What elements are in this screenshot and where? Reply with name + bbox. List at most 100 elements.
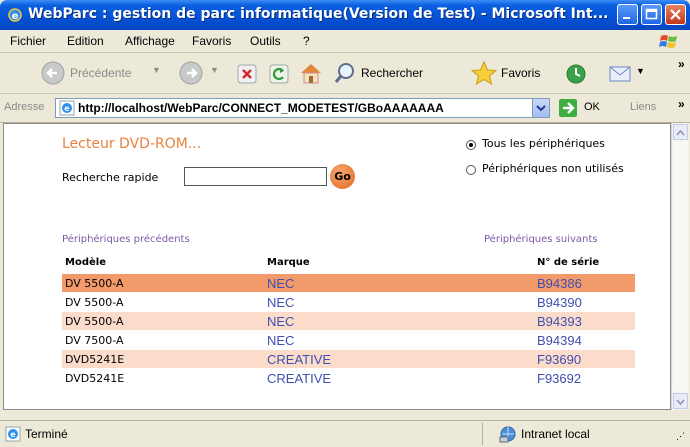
cell-brand[interactable]: NEC [267, 333, 294, 348]
chevron-up-icon [676, 129, 685, 136]
resize-grip-icon[interactable]: ⋰ [676, 431, 685, 442]
table-row[interactable]: DVD5241E CREATIVE F93690 [62, 350, 635, 368]
history-icon[interactable] [564, 62, 588, 86]
toolbar: Précédente ▼ ▼ Rechercher Favoris ▼ » [0, 53, 690, 94]
cell-brand[interactable]: CREATIVE [267, 371, 331, 386]
table-row[interactable]: DV 5500-A NEC B94386 [62, 274, 635, 292]
cell-brand[interactable]: NEC [267, 314, 294, 329]
browser-window: e WebParc : gestion de parc informatique… [0, 0, 690, 447]
close-icon [670, 9, 681, 20]
links-overflow-icon[interactable]: » [678, 97, 685, 111]
menu-fichier[interactable]: Fichier [10, 34, 46, 48]
address-input[interactable]: e http://localhost/WebParc/CONNECT_MODET… [55, 98, 550, 118]
cell-model: DV 5500-A [65, 296, 124, 309]
mail-icon [609, 66, 631, 82]
minimize-button[interactable] [617, 4, 638, 25]
chevron-down-icon[interactable]: ▼ [636, 66, 645, 76]
intranet-zone-icon [499, 426, 516, 443]
page-ie-icon: e [59, 100, 75, 116]
forward-arrow-icon [179, 61, 203, 85]
table-row[interactable]: DV 5500-A NEC B94393 [62, 312, 635, 330]
cell-model: DV 5500-A [65, 315, 124, 328]
ie-logo-icon: e [8, 8, 22, 22]
go-button[interactable]: Go [330, 164, 355, 189]
cell-brand[interactable]: NEC [267, 276, 294, 291]
refresh-icon[interactable] [268, 63, 290, 85]
cell-serial[interactable]: B94394 [537, 333, 582, 348]
links-label[interactable]: Liens [630, 101, 656, 113]
maximize-icon [645, 8, 658, 20]
magnifier-icon [334, 63, 354, 83]
scroll-up-button[interactable] [673, 124, 688, 140]
search-button[interactable]: Rechercher [333, 61, 463, 87]
go-address-button[interactable]: OK [558, 98, 610, 118]
cell-model: DV 7500-A [65, 334, 124, 347]
stop-icon[interactable] [236, 63, 258, 85]
table-row[interactable]: DV 7500-A NEC B94394 [62, 331, 635, 349]
radio-unused-label: Périphériques non utilisés [482, 162, 624, 175]
address-bar: Adresse e http://localhost/WebParc/CONNE… [0, 94, 690, 123]
home-icon[interactable] [298, 61, 324, 85]
maximize-button[interactable] [641, 4, 662, 25]
scrollbar-track[interactable] [673, 141, 688, 391]
quick-search-input[interactable] [184, 167, 327, 186]
window-title: WebParc : gestion de parc informatique(V… [28, 6, 609, 22]
cell-brand[interactable]: CREATIVE [267, 352, 331, 367]
chevron-down-icon [536, 105, 546, 112]
radio-unused-devices[interactable] [466, 165, 476, 175]
go-arrow-icon [559, 99, 577, 117]
address-dropdown-button[interactable] [532, 99, 549, 117]
page-title: Lecteur DVD-ROM... [62, 136, 202, 152]
next-devices-link[interactable]: Périphériques suivants [484, 234, 598, 245]
cell-serial[interactable]: B94393 [537, 314, 582, 329]
cell-serial[interactable]: F93692 [537, 371, 581, 386]
address-url: http://localhost/WebParc/CONNECT_MODETES… [78, 101, 444, 115]
page-done-icon: e [5, 426, 21, 442]
menu-help[interactable]: ? [303, 34, 310, 48]
column-header-brand: Marque [267, 257, 310, 268]
chevron-down-icon[interactable]: ▼ [152, 65, 161, 75]
table-row[interactable]: DV 5500-A NEC B94390 [62, 293, 635, 311]
status-divider [482, 423, 483, 445]
table-row[interactable]: DVD5241E CREATIVE F93692 [62, 369, 635, 387]
menu-favoris[interactable]: Favoris [192, 34, 231, 48]
go-label: OK [584, 101, 600, 113]
status-text: Terminé [25, 427, 68, 441]
cell-serial[interactable]: F93690 [537, 352, 581, 367]
svg-text:e: e [12, 11, 19, 22]
star-icon [470, 60, 498, 86]
forward-button[interactable]: ▼ [178, 60, 223, 86]
toolbar-overflow-icon[interactable]: » [678, 57, 685, 71]
column-header-model: Modèle [65, 257, 106, 268]
status-bar: e Terminé Intranet local ⋰ [0, 420, 690, 447]
chevron-down-icon [676, 399, 685, 406]
back-arrow-icon [41, 61, 65, 85]
menu-outils[interactable]: Outils [250, 34, 281, 48]
windows-flag-icon [659, 35, 677, 48]
favorites-button[interactable]: Favoris [470, 60, 562, 86]
chevron-down-icon[interactable]: ▼ [210, 65, 219, 75]
cell-brand[interactable]: NEC [267, 295, 294, 310]
vertical-scrollbar[interactable] [671, 123, 689, 410]
cell-serial[interactable]: B94390 [537, 295, 582, 310]
title-bar[interactable]: e WebParc : gestion de parc informatique… [0, 0, 690, 30]
quick-search-label: Recherche rapide [62, 171, 159, 184]
previous-devices-link[interactable]: Périphériques précédents [62, 234, 190, 245]
mail-button[interactable]: ▼ [608, 61, 658, 87]
cell-model: DVD5241E [65, 372, 125, 385]
search-label: Rechercher [361, 66, 424, 80]
back-button[interactable]: Précédente ▼ [40, 60, 180, 86]
svg-text:e: e [64, 104, 70, 113]
menu-edition[interactable]: Edition [67, 34, 104, 48]
cell-model: DVD5241E [65, 353, 125, 366]
cell-serial[interactable]: B94386 [537, 276, 582, 291]
menu-bar: Fichier Edition Affichage Favoris Outils… [0, 30, 690, 53]
radio-all-devices[interactable] [466, 140, 476, 150]
page-content: Lecteur DVD-ROM... Recherche rapide Go T… [3, 123, 671, 410]
close-button[interactable] [665, 4, 686, 25]
scroll-down-button[interactable] [673, 393, 688, 409]
menu-affichage[interactable]: Affichage [125, 34, 175, 48]
address-label: Adresse [4, 101, 45, 113]
zone-label: Intranet local [521, 427, 590, 441]
cell-model: DV 5500-A [65, 277, 124, 290]
